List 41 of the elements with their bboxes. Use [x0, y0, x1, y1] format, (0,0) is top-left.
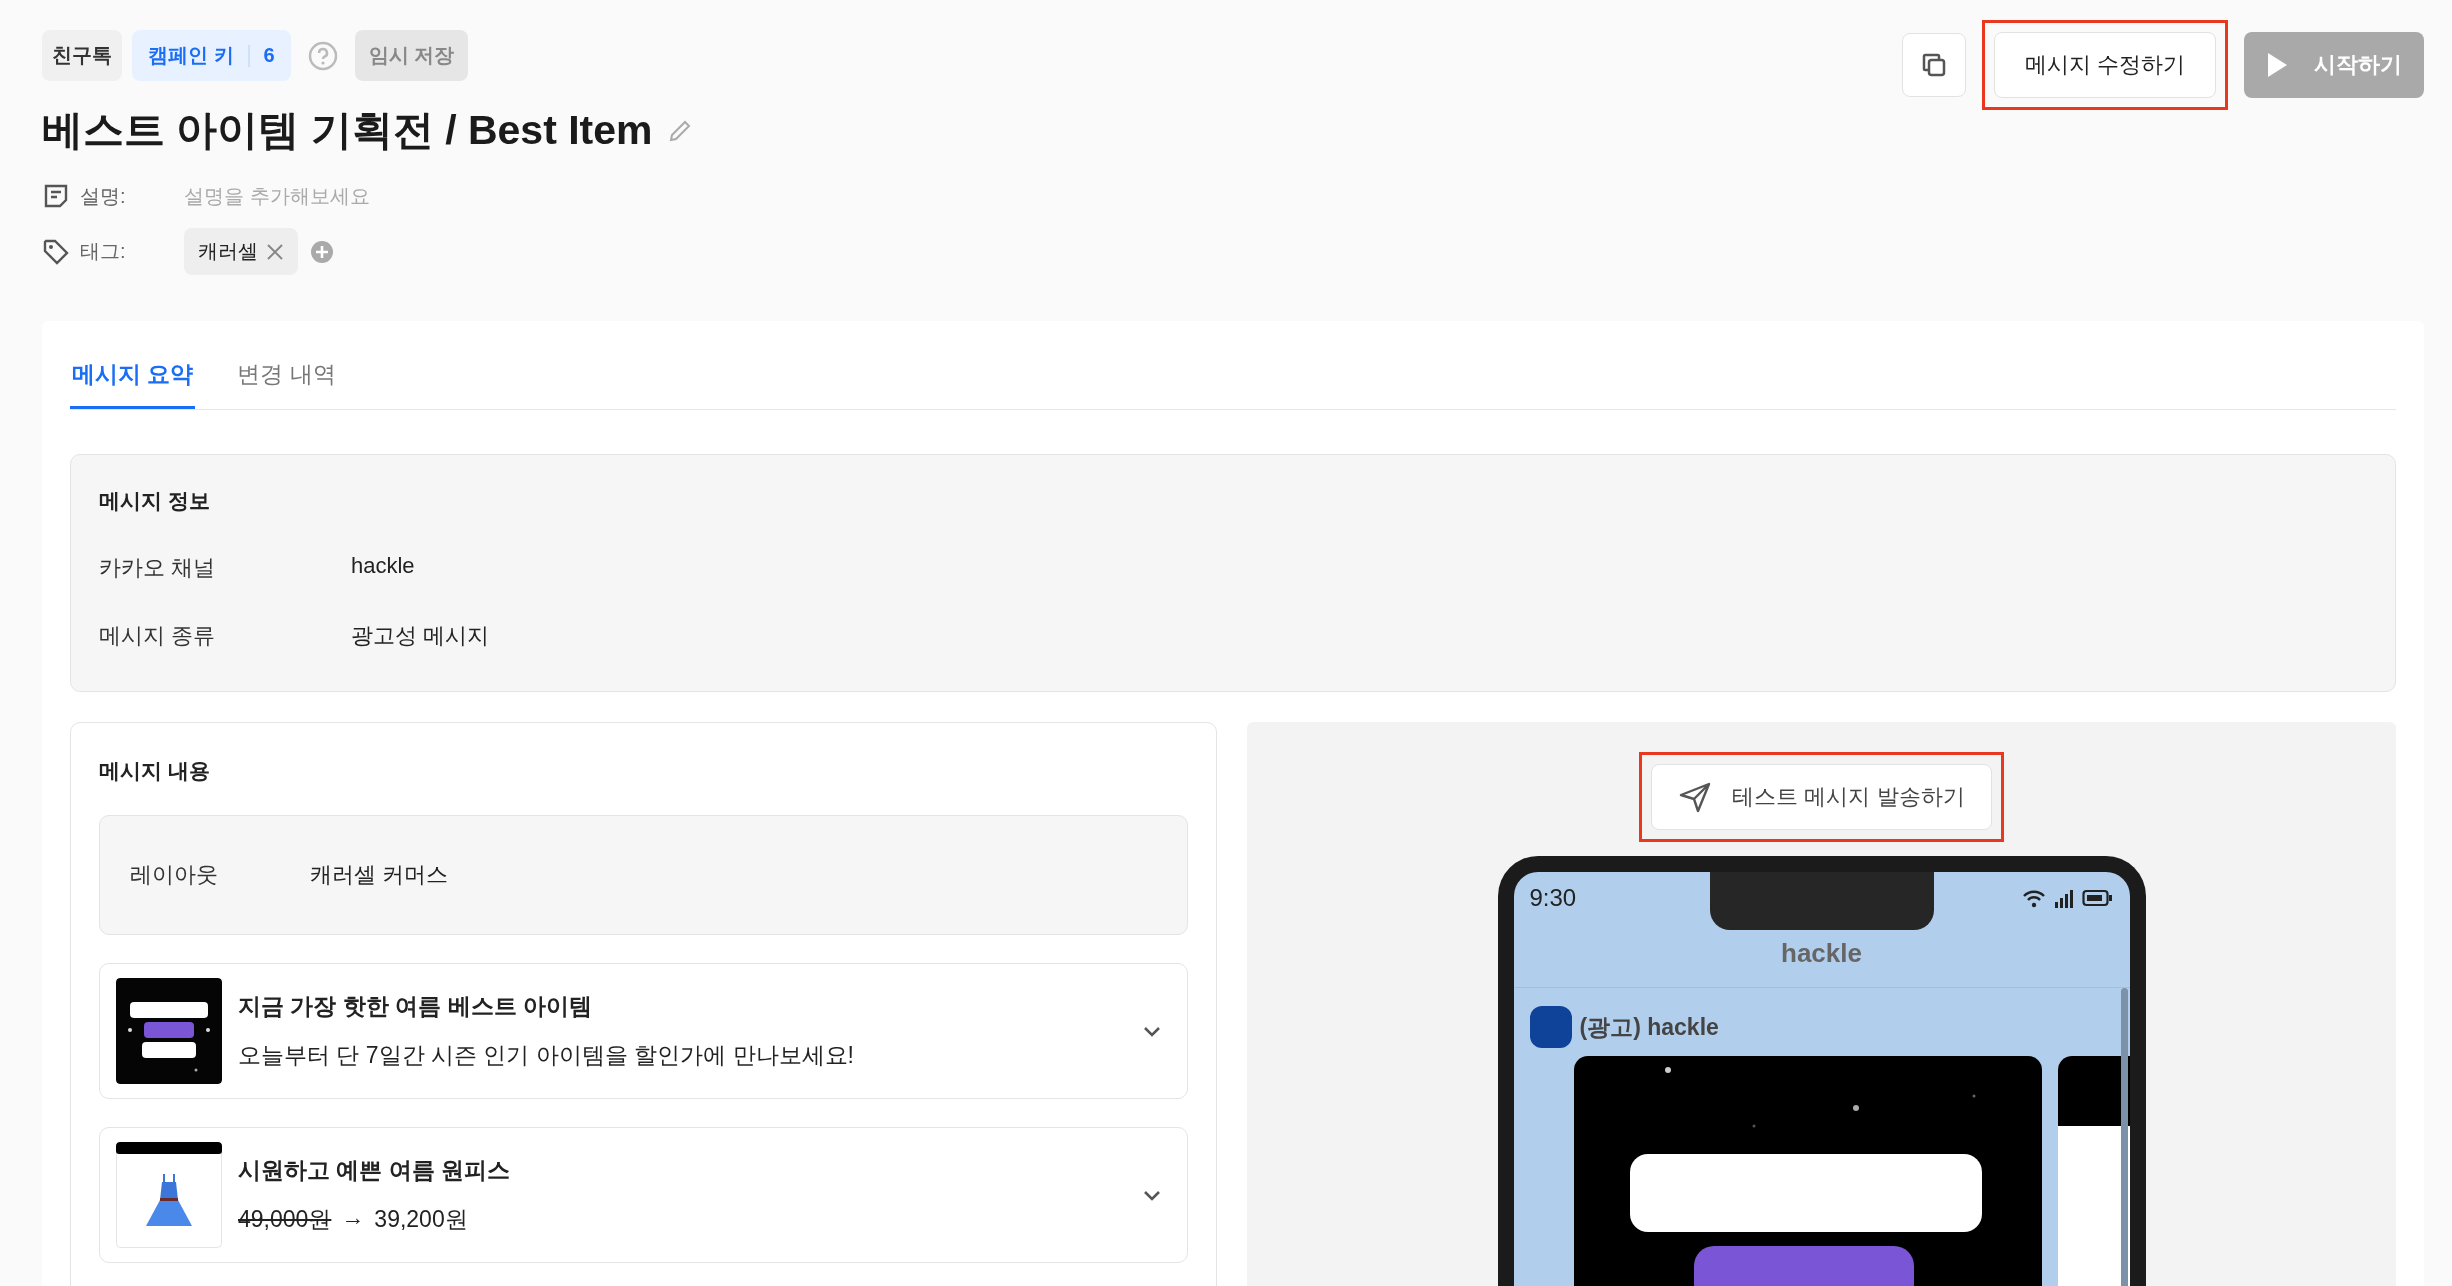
- send-icon: [1678, 780, 1713, 814]
- info-value: hackle: [351, 553, 415, 580]
- info-label: 카카오 채널: [99, 554, 217, 582]
- draft-badge: 임시 저장: [354, 30, 469, 81]
- channel-badge: 친구톡: [42, 30, 122, 81]
- sale-price: 39,200원: [374, 1205, 468, 1234]
- tab[interactable]: 메시지 요약: [70, 359, 196, 409]
- description-label: 설명:: [80, 183, 127, 209]
- edit-message-button[interactable]: 메시지 수정하기: [1993, 32, 2216, 98]
- close-icon[interactable]: [266, 242, 284, 261]
- note-icon: [42, 182, 70, 210]
- tag-chip: 캐러셀: [184, 228, 298, 275]
- wifi-icon: [2021, 888, 2046, 908]
- info-label: 메시지 종류: [99, 622, 217, 650]
- section-title: 메시지 내용: [99, 758, 211, 784]
- original-price: 49,000원: [238, 1205, 332, 1234]
- item-title: 지금 가장 핫한 여름 베스트 아이템: [238, 992, 593, 1021]
- item-description: 오늘부터 단 7일간 시즌 인기 아이템을 할인가에 만나보세요!: [238, 1041, 855, 1070]
- arrow-text: →: [341, 1204, 365, 1232]
- play-icon: [2266, 52, 2288, 78]
- scrollbar[interactable]: [2120, 988, 2128, 1286]
- layout-value: 캐러셀 커머스: [310, 861, 449, 889]
- copy-button[interactable]: [1901, 33, 1966, 97]
- carousel-item-card[interactable]: 시원하고 예쁜 여름 원피스 49,000원 → 39,200원: [99, 1127, 1188, 1263]
- tags-label: 태그:: [80, 239, 127, 264]
- send-test-button[interactable]: 테스트 메시지 발송하기: [1651, 764, 1992, 830]
- avatar: [1529, 1006, 1572, 1048]
- carousel-item-card[interactable]: 지금 가장 핫한 여름 베스트 아이템 오늘부터 단 7일간 시즌 인기 아이템을 할인가에 만나보세요!: [99, 963, 1188, 1099]
- layout-label: 레이아웃: [130, 861, 219, 889]
- status-time: 9:30: [1529, 884, 1577, 912]
- campaign-key-badge: 캠페인 키 6: [132, 30, 291, 81]
- campaign-title: 베스트 아이템 기획전 / Best Item: [42, 106, 653, 155]
- battery-icon: [2081, 889, 2112, 907]
- tab[interactable]: 변경 내역: [235, 359, 338, 409]
- tag-icon: [42, 237, 70, 266]
- section-title: 메시지 정보: [99, 488, 211, 514]
- item-title: 시원하고 예쁜 여름 원피스: [238, 1156, 512, 1185]
- chat-title: hackle: [1513, 912, 2130, 988]
- signal-icon: [2053, 888, 2074, 908]
- sender-name: (광고) hackle: [1579, 1012, 1719, 1042]
- info-value: 광고성 메시지: [351, 622, 490, 650]
